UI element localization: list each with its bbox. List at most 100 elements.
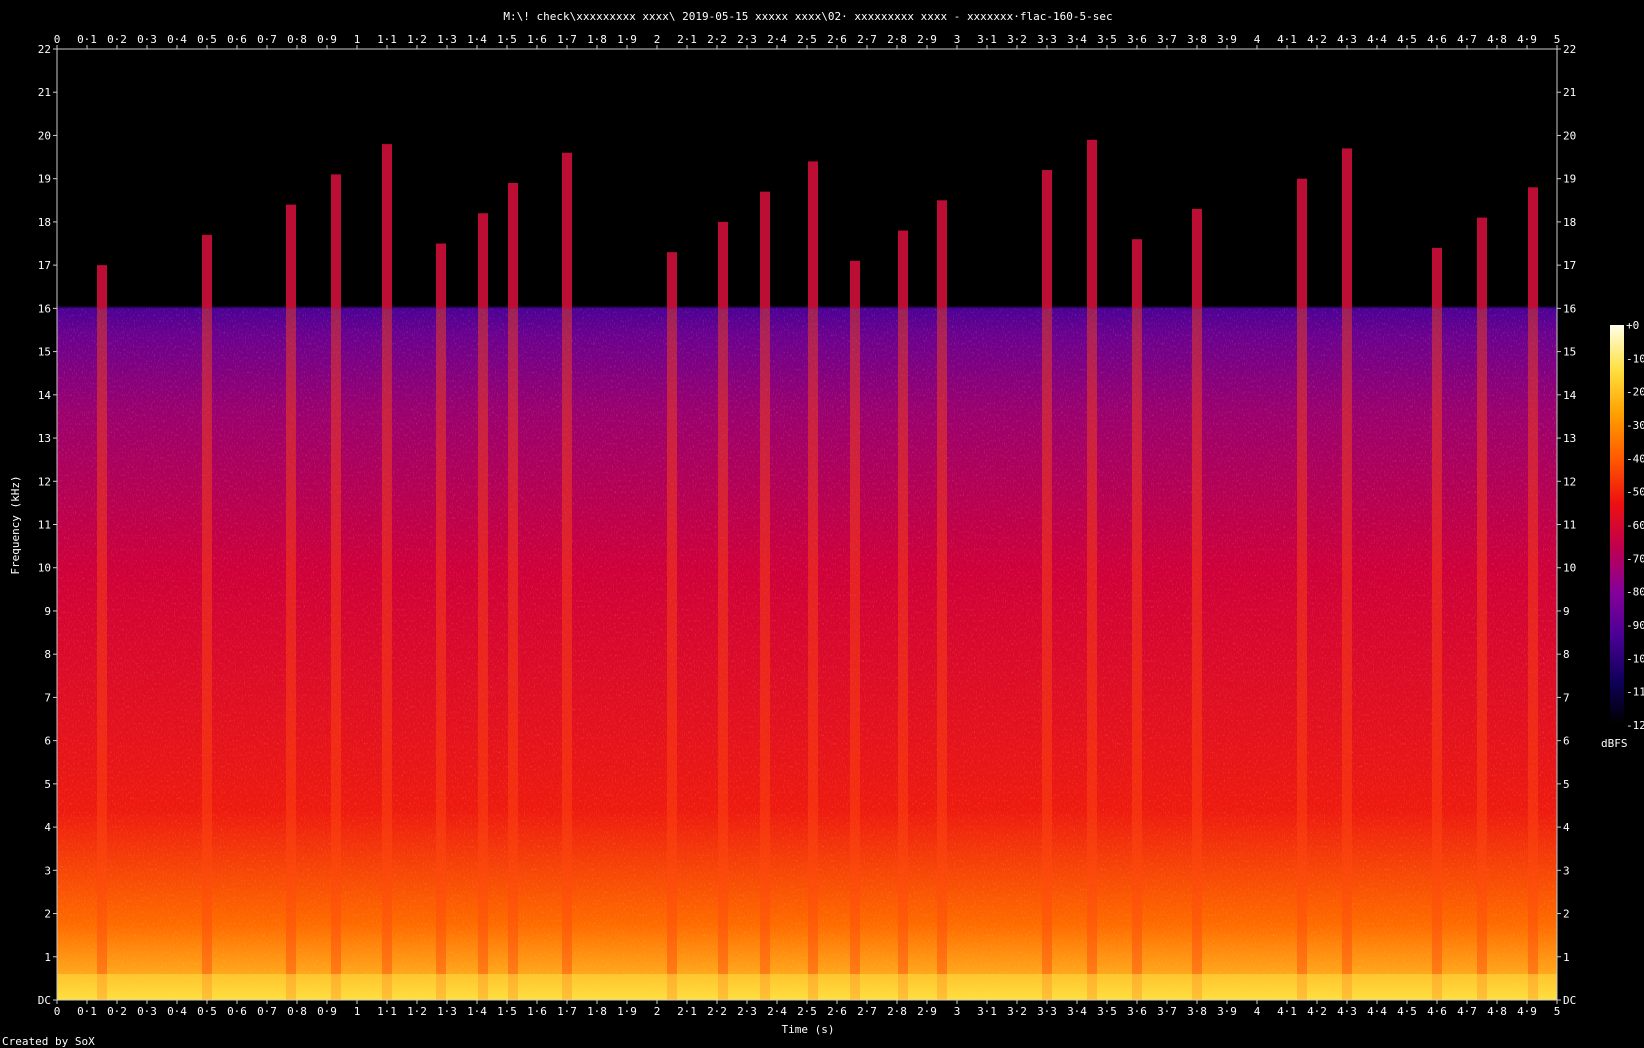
x-tick-top-label: 2·5	[797, 33, 817, 46]
x-tick-top-label: 0·8	[287, 33, 307, 46]
x-tick-bottom-label: 1·3	[437, 1005, 457, 1018]
x-tick-bottom-label: 3·8	[1187, 1005, 1207, 1018]
colorbar: +0 -10 -20 -30 -40 -50 -60 -70 -80 -90 -100 -110 -12…	[1601, 319, 1644, 750]
x-tick-bottom-label: 0·9	[317, 1005, 337, 1018]
colorbar-tick-label: -90	[1626, 619, 1644, 632]
x-tick-top-label: 1·1	[377, 33, 397, 46]
x-tick-bottom-label: 2·7	[857, 1005, 877, 1018]
transient-burst	[331, 174, 341, 309]
transient-burst	[382, 144, 392, 309]
transient-band	[478, 308, 488, 1000]
x-tick-bottom-label: 0	[54, 1005, 61, 1018]
x-tick-bottom-label: 1	[354, 1005, 361, 1018]
x-tick-bottom-label: 3	[954, 1005, 961, 1018]
y-tick-left-label: 8	[44, 648, 51, 661]
transient-band	[667, 308, 677, 1000]
x-tick-top-label: 3·4	[1067, 33, 1087, 46]
transient-band	[898, 308, 908, 1000]
y-tick-right-label: 5	[1563, 778, 1570, 791]
transient-burst	[1528, 187, 1538, 309]
y-axis-left: DC12345678910111213141516171819202122	[38, 43, 57, 1007]
x-tick-bottom-label: 0·2	[107, 1005, 127, 1018]
colorbar-tick-label: -20	[1626, 386, 1644, 399]
x-tick-top-label: 3·5	[1097, 33, 1117, 46]
y-tick-right-label: 7	[1563, 691, 1570, 704]
transient-band	[1342, 308, 1352, 1000]
transient-band	[97, 308, 107, 1000]
y-tick-left-label: 20	[38, 129, 51, 142]
x-tick-bottom-label: 2·5	[797, 1005, 817, 1018]
transient-burst	[937, 200, 947, 309]
x-tick-bottom-label: 2·8	[887, 1005, 907, 1018]
x-tick-bottom-label: 2	[654, 1005, 661, 1018]
transient-burst	[97, 265, 107, 309]
y-tick-right-label: 2	[1563, 908, 1570, 921]
spectrogram-figure: M:\! check\xxxxxxxxx xxxx\ 2019-05-15 xx…	[2, 10, 1644, 1048]
y-tick-right-label: 6	[1563, 735, 1570, 748]
x-tick-bottom-label: 4·7	[1457, 1005, 1477, 1018]
x-tick-top-label: 1·6	[527, 33, 547, 46]
x-tick-bottom-label: 1·1	[377, 1005, 397, 1018]
transient-burst	[1432, 247, 1442, 309]
y-tick-right-label: 8	[1563, 648, 1570, 661]
y-tick-left-label: DC	[38, 994, 51, 1007]
x-axis-top: 0 0·1 0·2 0·3 0·4 0·5 0·6 0·7 0·8 0·9 1 1·1 1·2 1·3 1·…	[54, 33, 1560, 49]
y-tick-right-label: 11	[1563, 519, 1576, 532]
transient-band	[1432, 308, 1442, 1000]
x-tick-top-label: 0·9	[317, 33, 337, 46]
x-tick-top-label: 2	[654, 33, 661, 46]
transient-band	[808, 308, 818, 1000]
y-tick-left-label: 15	[38, 346, 51, 359]
transient-band	[718, 308, 728, 1000]
x-tick-top-label: 2·8	[887, 33, 907, 46]
x-tick-bottom-label: 1·8	[587, 1005, 607, 1018]
x-tick-top-label: 3	[954, 33, 961, 46]
transient-burst	[718, 221, 728, 309]
transient-band	[760, 308, 770, 1000]
transient-burst	[1042, 170, 1052, 309]
x-tick-bottom-label: 1·6	[527, 1005, 547, 1018]
colorbar-tick-label: -120	[1626, 719, 1644, 732]
x-tick-top-label: 4·9	[1517, 33, 1537, 46]
x-tick-top-label: 3·1	[977, 33, 997, 46]
transient-band	[1192, 308, 1202, 1000]
x-tick-top-label: 3·2	[1007, 33, 1027, 46]
transient-band	[286, 308, 296, 1000]
x-tick-top-label: 2·9	[917, 33, 937, 46]
y-axis-label: Frequency (kHz)	[9, 475, 22, 574]
x-tick-top-label: 0	[54, 33, 61, 46]
x-tick-bottom-label: 3·6	[1127, 1005, 1147, 1018]
y-tick-left-label: 21	[38, 86, 51, 99]
colorbar-tick-label: -60	[1626, 519, 1644, 532]
transient-burst	[478, 213, 488, 309]
colorbar-tick-label: -10	[1626, 352, 1644, 365]
y-tick-right-label: 13	[1563, 432, 1576, 445]
x-tick-bottom-label: 0·3	[137, 1005, 157, 1018]
x-tick-top-label: 0·7	[257, 33, 277, 46]
x-tick-bottom-label: 3·2	[1007, 1005, 1027, 1018]
x-tick-bottom-label: 3·1	[977, 1005, 997, 1018]
x-tick-top-label: 3·3	[1037, 33, 1057, 46]
x-tick-bottom-label: 2·6	[827, 1005, 847, 1018]
y-tick-left-label: 17	[38, 259, 51, 272]
colorbar-tick-label: -70	[1626, 552, 1644, 565]
y-tick-left-label: 13	[38, 432, 51, 445]
transient-band	[202, 308, 212, 1000]
x-tick-top-label: 2·4	[767, 33, 787, 46]
x-tick-bottom-label: 4·5	[1397, 1005, 1417, 1018]
x-tick-top-label: 4·7	[1457, 33, 1477, 46]
x-tick-top-label: 1·3	[437, 33, 457, 46]
transient-burst	[898, 230, 908, 309]
transient-burst	[1192, 208, 1202, 309]
x-tick-top-label: 2·2	[707, 33, 727, 46]
transient-band	[562, 308, 572, 1000]
x-tick-bottom-label: 3·3	[1037, 1005, 1057, 1018]
x-tick-top-label: 4	[1254, 33, 1261, 46]
plot-area	[57, 49, 1557, 1000]
y-tick-left-label: 18	[38, 216, 51, 229]
y-tick-right-label: 15	[1563, 346, 1576, 359]
x-tick-bottom-label: 4·8	[1487, 1005, 1507, 1018]
y-tick-left-label: 12	[38, 475, 51, 488]
colorbar-tick-label: -50	[1626, 486, 1644, 499]
x-tick-bottom-label: 2·2	[707, 1005, 727, 1018]
